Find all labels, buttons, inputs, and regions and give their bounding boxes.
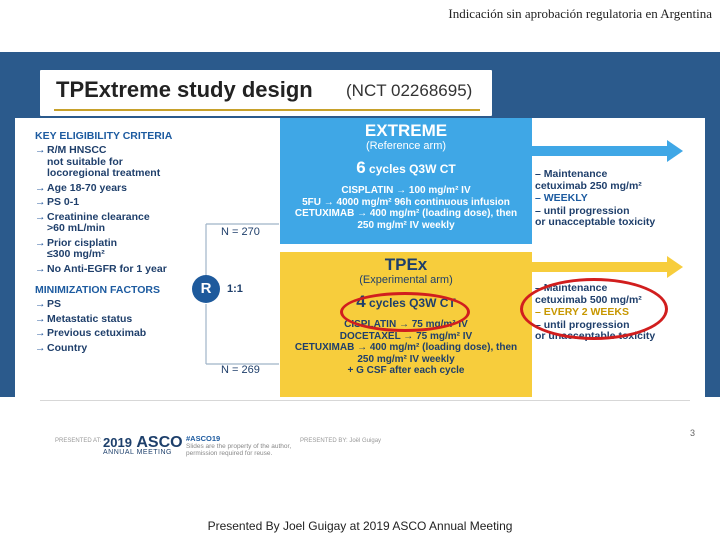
- slide-footer: PRESENTED AT: 2019 ASCO ANNUAL MEETING #…: [0, 398, 720, 458]
- factor-item: → Metastatic status: [35, 312, 133, 325]
- extreme-arm-box: EXTREME (Reference arm) 6 cycles Q3W CT …: [280, 118, 532, 244]
- asco-logo: 2019 ASCO ANNUAL MEETING: [103, 434, 183, 456]
- arrow-right-icon: →: [35, 262, 46, 275]
- slide: TPExtreme study design (NCT 02268695) KE…: [0, 52, 720, 397]
- arrow-right-icon: →: [35, 181, 46, 194]
- slide-title: TPExtreme study design: [56, 77, 313, 102]
- arrow-right-icon: →: [35, 341, 46, 354]
- randomization-circle: R: [192, 275, 220, 303]
- presented-at-label: PRESENTED AT:: [55, 438, 102, 444]
- randomization-ratio: 1:1: [227, 283, 243, 295]
- maintenance-highlight-ellipse: [520, 278, 668, 340]
- criterion-item: → Prior cisplatin ≤300 mg/m²: [35, 236, 118, 260]
- header-note: Indicación sin aprobación regulatoria en…: [448, 6, 712, 21]
- arrow-right-icon: →: [35, 298, 46, 310]
- extreme-title: EXTREME: [364, 121, 448, 140]
- eligibility-heading: KEY ELIGIBILITY CRITERIA: [35, 130, 173, 142]
- extreme-cycles: 6 cycles Q3W CT: [356, 158, 456, 177]
- extreme-maintenance: – Maintenance cetuximab 250 mg/m² – WEEK…: [535, 168, 656, 228]
- n-tpex: N = 269: [221, 364, 260, 376]
- footer-separator: [40, 400, 690, 401]
- presented-by-label: PRESENTED BY: Joël Guigay: [300, 438, 382, 444]
- slide-title-nct: (NCT 02268695): [346, 81, 473, 100]
- tpex-title: TPEx: [384, 255, 428, 274]
- title-bar: TPExtreme study design (NCT 02268695): [40, 70, 492, 116]
- arrow-right-icon: →: [35, 196, 46, 208]
- study-panel: KEY ELIGIBILITY CRITERIA → R/M HNSCC not …: [15, 118, 705, 397]
- factor-item: → Previous cetuximab: [35, 327, 147, 339]
- eligibility-column: KEY ELIGIBILITY CRITERIA → R/M HNSCC not …: [35, 130, 215, 357]
- tpex-subtitle: (Experimental arm): [359, 274, 453, 286]
- arrow-right-icon: →: [35, 210, 46, 223]
- criterion-item: → No Anti-EGFR for 1 year: [35, 262, 167, 275]
- arrow-right-icon: →: [35, 327, 46, 339]
- cycles-highlight-ellipse: [340, 292, 470, 332]
- extreme-arrow: [532, 140, 683, 162]
- arrow-right-icon: →: [35, 144, 46, 156]
- criterion-item: → Age 18-70 years: [35, 181, 127, 194]
- criterion-item: → PS 0-1: [35, 196, 80, 208]
- page-number: 3: [690, 428, 696, 438]
- tpex-arrow: [532, 256, 683, 278]
- caption: Presented By Joel Guigay at 2019 ASCO An…: [207, 519, 513, 533]
- factor-item: → PS: [35, 298, 62, 310]
- arrow-right-icon: →: [35, 312, 46, 325]
- title-underline: [54, 109, 480, 111]
- factor-item: → Country: [35, 341, 88, 354]
- criterion-item: → R/M HNSCC not suitable for locoregional…: [35, 144, 161, 179]
- minimization-heading: MINIMIZATION FACTORS: [35, 284, 161, 296]
- arrow-right-icon: →: [35, 236, 46, 249]
- n-extreme: N = 270: [221, 226, 260, 238]
- extreme-subtitle: (Reference arm): [365, 140, 447, 152]
- hashtag-block: #ASCO19 Slides are the property of the a…: [186, 434, 292, 457]
- extreme-regimen: CISPLATIN → 100 mg/m² IV 5FU → 4000 mg/m…: [294, 185, 518, 231]
- criterion-item: → Creatinine clearance >60 mL/min: [35, 210, 150, 234]
